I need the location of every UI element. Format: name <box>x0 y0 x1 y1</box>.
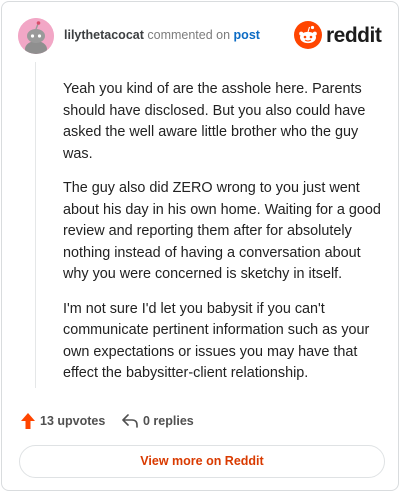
comment-header: lilythetacocat commented on post reddit <box>16 16 384 56</box>
action-text: commented on <box>147 28 231 42</box>
reply-arrow-icon <box>122 414 138 428</box>
reddit-wordmark: reddit <box>326 24 382 47</box>
post-link[interactable]: post <box>234 28 260 42</box>
comment-paragraph: Yeah you kind of are the asshole here. P… <box>63 81 366 162</box>
comment-paragraph: I'm not sure I'd let you babysit if you … <box>63 300 370 382</box>
reddit-snoo-icon <box>294 21 322 49</box>
reply-count: 0 replies <box>143 414 194 428</box>
view-more-button[interactable]: View more on Reddit <box>19 445 385 478</box>
user-avatar-icon[interactable] <box>18 18 54 54</box>
upvote-count: 13 upvotes <box>40 414 106 428</box>
comment-meta: lilythetacocat commented on post <box>64 27 260 43</box>
comment-body: Yeah you kind of are the asshole here. P… <box>63 79 381 398</box>
comment-actions: 13 upvotes 0 replies <box>20 410 380 432</box>
comment-embed-card: lilythetacocat commented on post reddit … <box>1 1 399 491</box>
reddit-logo[interactable]: reddit <box>294 21 384 51</box>
comment-paragraph: The guy also did ZERO wrong to you just … <box>63 180 381 282</box>
upvote-arrow-icon <box>21 413 35 429</box>
thread-line <box>35 62 36 388</box>
username-link[interactable]: lilythetacocat <box>64 28 144 42</box>
